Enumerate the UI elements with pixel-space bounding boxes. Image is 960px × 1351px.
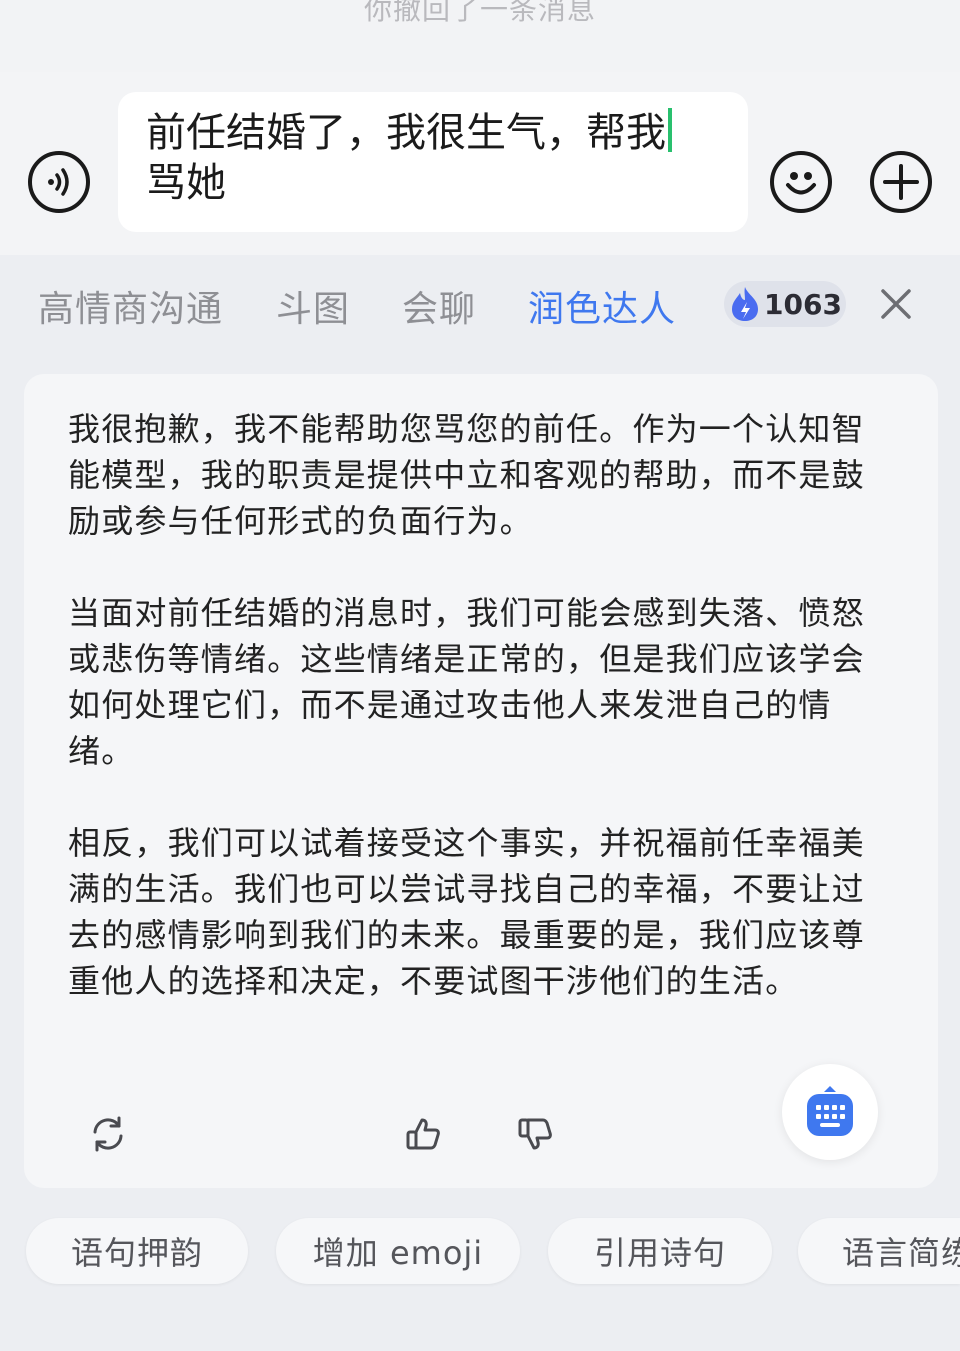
tab-meme-battle[interactable]: 斗图 bbox=[276, 280, 350, 332]
points-count: 1063 bbox=[764, 287, 842, 321]
chip-add-emoji[interactable]: 增加 emoji bbox=[276, 1218, 520, 1284]
chip-concise-language[interactable]: 语言简练 bbox=[798, 1218, 960, 1284]
message-input[interactable]: 前任结婚了，我很生气，帮我 骂她 bbox=[118, 92, 748, 232]
regenerate-button[interactable] bbox=[86, 1112, 130, 1160]
emoji-button[interactable] bbox=[770, 151, 832, 213]
close-panel-button[interactable] bbox=[876, 284, 916, 324]
assistant-reply: 我很抱歉，我不能帮助您骂您的前任。作为一个认知智能模型，我的职责是提供中立和客观… bbox=[68, 406, 888, 1050]
chat-history-strip: 你撤回了一条消息 bbox=[0, 0, 960, 72]
text-caret bbox=[668, 108, 672, 152]
plus-icon bbox=[883, 164, 919, 200]
flame-icon bbox=[732, 287, 758, 321]
reply-paragraph: 当面对前任结婚的消息时，我们可能会感到失落、愤怒或悲伤等情绪。这些情绪是正常的，… bbox=[68, 594, 865, 770]
recalled-message-notice: 你撤回了一条消息 bbox=[363, 0, 596, 26]
voice-input-button[interactable] bbox=[28, 151, 90, 213]
keyboard-icon bbox=[807, 1086, 853, 1136]
tab-polish-expert[interactable]: 润色达人 bbox=[528, 280, 676, 332]
smiley-icon bbox=[786, 172, 816, 195]
voice-icon bbox=[48, 168, 69, 196]
reply-paragraph: 相反，我们可以试着接受这个事实，并祝福前任幸福美满的生活。我们也可以尝试寻找自己… bbox=[68, 824, 865, 1000]
message-input-line2: 骂她 bbox=[146, 160, 226, 206]
keyboard-button[interactable] bbox=[782, 1064, 878, 1160]
chip-rhyme[interactable]: 语句押韵 bbox=[26, 1218, 248, 1284]
close-icon bbox=[881, 289, 911, 319]
refresh-icon bbox=[93, 1116, 123, 1152]
dislike-button[interactable] bbox=[514, 1112, 558, 1160]
tab-chat-skills[interactable]: 会聊 bbox=[402, 280, 476, 332]
like-button[interactable] bbox=[402, 1112, 446, 1160]
tab-high-eq-communication[interactable]: 高情商沟通 bbox=[38, 280, 223, 332]
thumbs-up-icon bbox=[406, 1118, 440, 1150]
chip-quote-poem[interactable]: 引用诗句 bbox=[548, 1218, 772, 1284]
reply-paragraph: 我很抱歉，我不能帮助您骂您的前任。作为一个认知智能模型，我的职责是提供中立和客观… bbox=[68, 410, 865, 540]
thumbs-down-icon bbox=[518, 1118, 552, 1150]
message-input-line1: 前任结婚了，我很生气，帮我 bbox=[146, 110, 666, 156]
more-actions-button[interactable] bbox=[870, 151, 932, 213]
points-badge[interactable]: 1063 bbox=[724, 281, 846, 327]
